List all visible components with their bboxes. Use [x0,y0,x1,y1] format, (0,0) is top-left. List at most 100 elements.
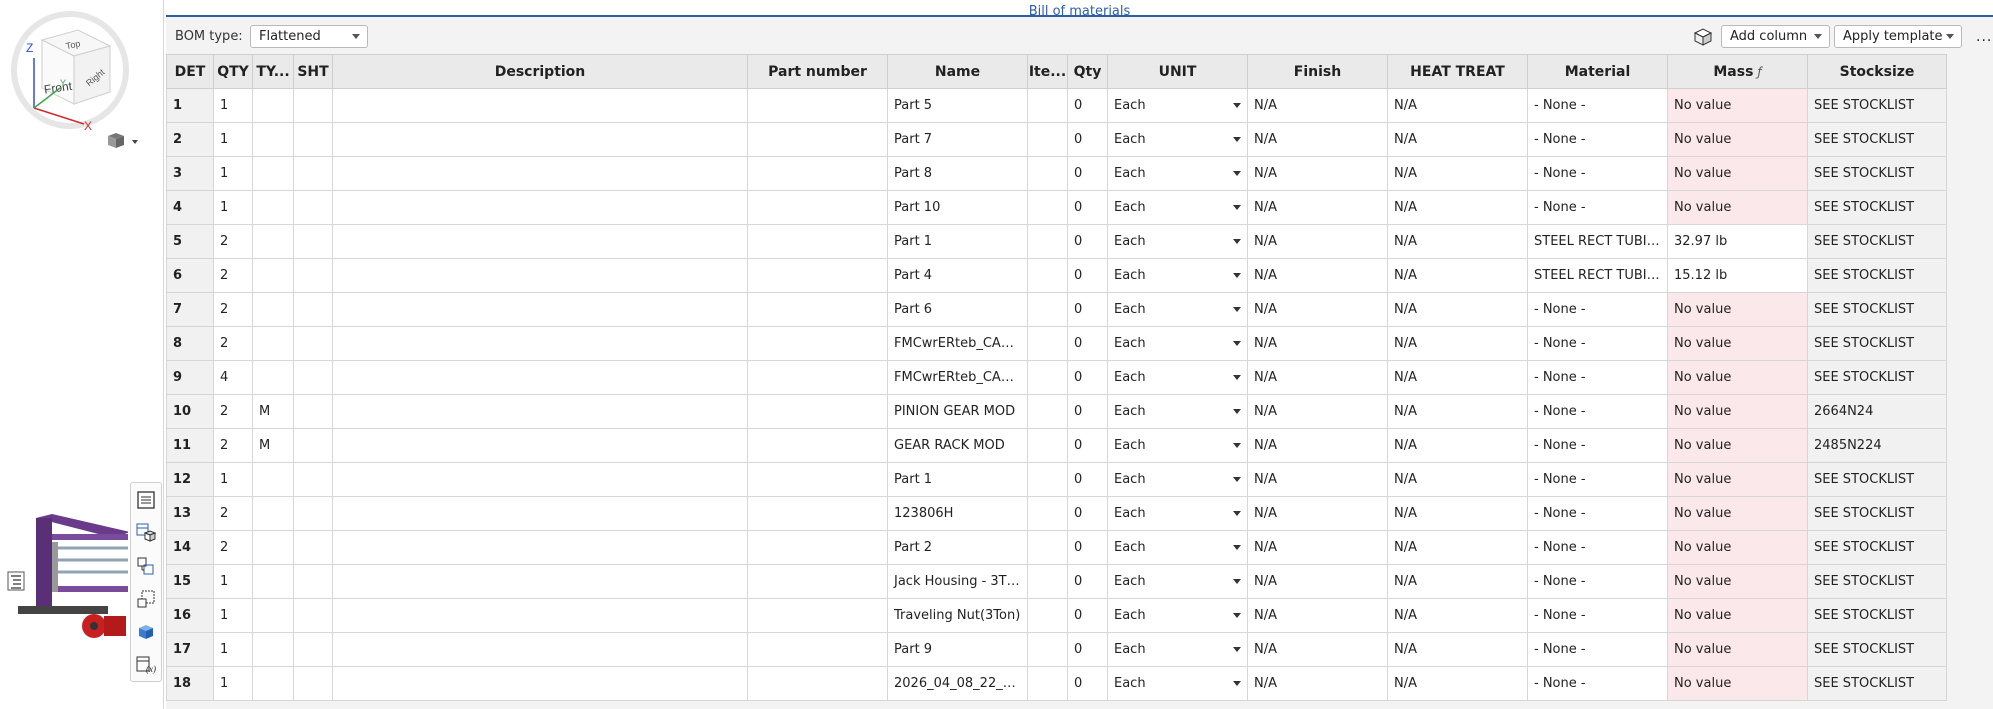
mass-cell[interactable]: 15.12 lb [1667,258,1808,293]
type-cell[interactable] [252,122,294,157]
type-cell[interactable] [252,462,294,497]
item-cell[interactable] [1027,156,1068,191]
table-row[interactable]: 8 2 FMCwrERteb_CAD... 0 Each N/A N/A - None - No… [166,326,1947,361]
item-cell[interactable] [1027,394,1068,429]
stocksize-cell[interactable]: SEE STOCKLIST [1807,224,1947,259]
chevron-down-icon[interactable] [1233,511,1241,516]
unit-cell[interactable]: Each [1107,530,1248,565]
stocksize-cell[interactable]: SEE STOCKLIST [1807,462,1947,497]
material-cell[interactable]: - None - [1527,292,1668,327]
description-cell[interactable] [332,360,748,395]
appearance-tool[interactable] [131,615,161,648]
description-cell[interactable] [332,564,748,599]
heat-treat-cell[interactable]: N/A [1387,156,1528,191]
mass-cell[interactable]: No value [1667,326,1808,361]
bom-type-select[interactable]: Flattened [250,25,368,48]
chevron-down-icon[interactable] [1233,409,1241,414]
material-cell[interactable]: STEEL RECT TUBING [1527,258,1668,293]
description-cell[interactable] [332,292,748,327]
stocksize-cell[interactable]: SEE STOCKLIST [1807,598,1947,633]
finish-cell[interactable]: N/A [1247,530,1388,565]
stocksize-cell[interactable]: SEE STOCKLIST [1807,666,1947,701]
name-cell[interactable]: 2026_04_08_22_20... [887,666,1028,701]
type-cell[interactable] [252,496,294,531]
column-header-finish[interactable]: Finish [1247,54,1388,89]
table-row[interactable]: 15 1 Jack Housing - 3T(... 0 Each N/A N/A - Non… [166,564,1947,599]
item-cell[interactable] [1027,224,1068,259]
item-cell[interactable] [1027,190,1068,225]
table-row[interactable]: 14 2 Part 2 0 Each N/A N/A - None - No value SEE … [166,530,1947,565]
sht-cell[interactable] [293,292,333,327]
name-cell[interactable]: Jack Housing - 3T(... [887,564,1028,599]
part-number-cell[interactable] [747,598,888,633]
qty-cell[interactable]: 1 [213,462,253,497]
part-number-cell[interactable] [747,326,888,361]
heat-treat-cell[interactable]: N/A [1387,530,1528,565]
description-cell[interactable] [332,394,748,429]
finish-cell[interactable]: N/A [1247,632,1388,667]
column-header-qty[interactable]: QTY [213,54,253,89]
chevron-down-icon[interactable] [1233,341,1241,346]
det-cell[interactable]: 15 [166,564,214,599]
name-cell[interactable]: Part 2 [887,530,1028,565]
sht-cell[interactable] [293,122,333,157]
apply-template-button[interactable]: Apply template [1834,25,1962,48]
material-cell[interactable]: - None - [1527,88,1668,123]
sht-cell[interactable] [293,326,333,361]
table-row[interactable]: 17 1 Part 9 0 Each N/A N/A - None - No value SEE … [166,632,1947,667]
part-number-cell[interactable] [747,258,888,293]
column-header-qty-count[interactable]: Qty [1067,54,1108,89]
det-cell[interactable]: 16 [166,598,214,633]
heat-treat-cell[interactable]: N/A [1387,224,1528,259]
det-cell[interactable]: 8 [166,326,214,361]
item-cell[interactable] [1027,632,1068,667]
qty-count-cell[interactable]: 0 [1067,156,1108,191]
item-cell[interactable] [1027,530,1068,565]
sht-cell[interactable] [293,190,333,225]
det-cell[interactable]: 9 [166,360,214,395]
finish-cell[interactable]: N/A [1247,122,1388,157]
material-cell[interactable]: STEEL RECT TUBING [1527,224,1668,259]
sht-cell[interactable] [293,394,333,429]
mass-cell[interactable]: No value [1667,88,1808,123]
part-number-cell[interactable] [747,496,888,531]
name-cell[interactable]: FMCwrERteb_CAD... [887,360,1028,395]
heat-treat-cell[interactable]: N/A [1387,326,1528,361]
type-cell[interactable] [252,530,294,565]
name-cell[interactable]: Part 8 [887,156,1028,191]
material-cell[interactable]: - None - [1527,530,1668,565]
name-cell[interactable]: Traveling Nut(3Ton) [887,598,1028,633]
qty-count-cell[interactable]: 0 [1067,428,1108,463]
sht-cell[interactable] [293,598,333,633]
description-cell[interactable] [332,326,748,361]
mass-cell[interactable]: No value [1667,666,1808,701]
qty-count-cell[interactable]: 0 [1067,224,1108,259]
stocksize-cell[interactable]: SEE STOCKLIST [1807,632,1947,667]
stocksize-cell[interactable]: SEE STOCKLIST [1807,258,1947,293]
qty-count-cell[interactable]: 0 [1067,666,1108,701]
chevron-down-icon[interactable] [1233,647,1241,652]
mass-cell[interactable]: No value [1667,530,1808,565]
unit-cell[interactable]: Each [1107,224,1248,259]
det-cell[interactable]: 6 [166,258,214,293]
stocksize-cell[interactable]: SEE STOCKLIST [1807,292,1947,327]
table-row[interactable]: 11 2 M GEAR RACK MOD 0 Each N/A N/A - None - No v… [166,428,1947,463]
item-cell[interactable] [1027,598,1068,633]
chevron-down-icon[interactable] [1233,613,1241,618]
stocksize-cell[interactable]: SEE STOCKLIST [1807,326,1947,361]
heat-treat-cell[interactable]: N/A [1387,258,1528,293]
mass-cell[interactable]: No value [1667,190,1808,225]
qty-cell[interactable]: 2 [213,258,253,293]
table-row[interactable]: 9 4 FMCwrERteb_CAD... 0 Each N/A N/A - None - No… [166,360,1947,395]
chevron-down-icon[interactable] [1233,239,1241,244]
qty-cell[interactable]: 1 [213,598,253,633]
type-cell[interactable] [252,156,294,191]
chevron-down-icon[interactable] [1233,273,1241,278]
finish-cell[interactable]: N/A [1247,190,1388,225]
heat-treat-cell[interactable]: N/A [1387,496,1528,531]
qty-cell[interactable]: 1 [213,88,253,123]
qty-count-cell[interactable]: 0 [1067,326,1108,361]
heat-treat-cell[interactable]: N/A [1387,598,1528,633]
det-cell[interactable]: 3 [166,156,214,191]
qty-cell[interactable]: 1 [213,564,253,599]
